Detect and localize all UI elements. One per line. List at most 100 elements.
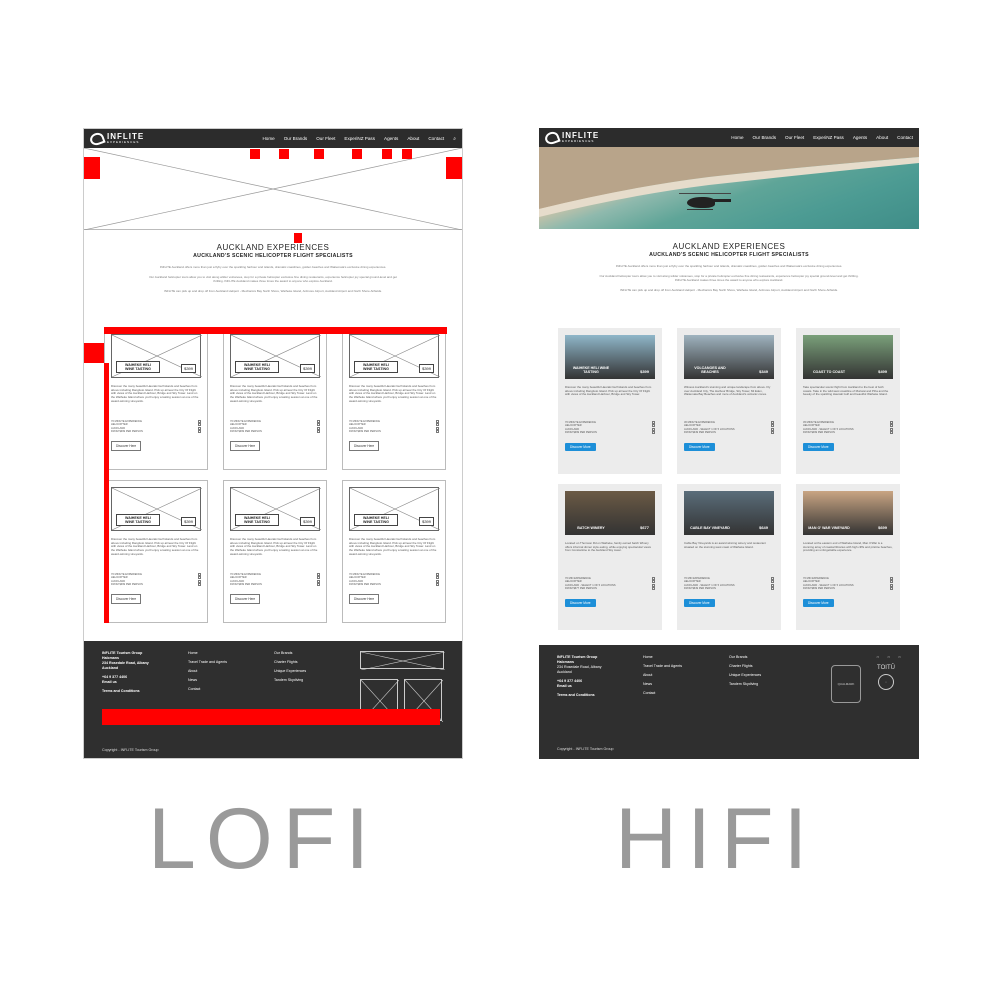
card-title: WAIHEKE HELI WINE TASTING: [116, 360, 160, 373]
experience-card[interactable]: WAIHEKE HELI WINE TASTING $399 Discover th…: [104, 480, 208, 623]
footer-address: 234 Rosedale Road, Albany: [557, 665, 602, 669]
logo[interactable]: INFLITE EXPERIENCES: [88, 130, 144, 147]
discover-button[interactable]: Discover More: [565, 442, 596, 451]
footer-phone[interactable]: +64 9 377 4406: [557, 679, 582, 683]
card-meta-row: FROM $399 PER PERSON: [230, 430, 320, 434]
discover-button[interactable]: Discover Here: [349, 593, 380, 604]
footer-link-brands[interactable]: Our Brands: [729, 655, 815, 660]
footer-link-brands[interactable]: Our Brands: [274, 651, 360, 656]
nav-home[interactable]: Home: [731, 135, 743, 140]
footer-link-news[interactable]: News: [188, 678, 274, 683]
qualmark-logo: QUALMARK: [831, 665, 861, 703]
discover-button[interactable]: Discover More: [803, 598, 834, 607]
navbar: INFLITE EXPERIENCES Home Our Brands Our F…: [539, 128, 919, 147]
meta-icon: [890, 587, 893, 591]
discover-button[interactable]: Discover More: [565, 598, 596, 607]
meta-icon: [652, 587, 655, 591]
experience-card[interactable]: WAIHEKE HELI WINE TASTING $399 Discover th…: [104, 327, 208, 470]
footer-email-link[interactable]: Email us: [102, 680, 117, 684]
search-icon[interactable]: ⌕: [453, 136, 456, 142]
card-price: $677: [640, 525, 649, 530]
footer-link-contact[interactable]: Contact: [188, 687, 274, 692]
experience-card[interactable]: BATCH WINERY $677 Located on Thomson Rd on…: [558, 484, 662, 630]
nav-agents[interactable]: Agents: [384, 136, 398, 141]
card-meta: 70 MINUTE EXPERIENCE HELICOPTER AUCKLAND FR…: [349, 420, 439, 434]
nav-our-fleet[interactable]: Our Fleet: [316, 136, 335, 141]
footer-link-news[interactable]: News: [643, 682, 729, 687]
meta-icon: [317, 583, 320, 587]
nav-agents[interactable]: Agents: [853, 135, 867, 140]
card-meta-row: FROM $677 PER PERSON: [565, 587, 655, 591]
discover-button[interactable]: Discover Here: [349, 440, 380, 451]
footer-link-trade[interactable]: Travel Trade and Agents: [188, 660, 274, 665]
experience-card[interactable]: WAIHEKE HELI WINE TASTING $399 Discover th…: [223, 480, 327, 623]
nav-our-brands[interactable]: Our Brands: [753, 135, 777, 140]
experience-card[interactable]: MAN O' WAR VINEYARD $699 Located at the ea…: [796, 484, 900, 630]
nav-our-fleet[interactable]: Our Fleet: [785, 135, 804, 140]
spacing-marker: [84, 343, 104, 363]
discover-button[interactable]: Discover Here: [111, 440, 142, 451]
experience-card[interactable]: COAST TO COAST $499 Take spectacular sceni…: [796, 328, 900, 474]
experience-photo: COAST TO COAST $499: [803, 335, 893, 379]
discover-button[interactable]: Discover More: [684, 442, 715, 451]
intro-paragraph: Our Auckland helicopter tours allow you …: [149, 275, 397, 283]
discover-button[interactable]: Discover More: [684, 598, 715, 607]
card-title: BATCH WINERY: [577, 525, 605, 530]
experience-card[interactable]: VOLCANOES AND BEACHES $349 Witness Aucklan…: [677, 328, 781, 474]
nav-about[interactable]: About: [876, 135, 888, 140]
footer-link-skydiving[interactable]: Tandem Skydiving: [729, 682, 815, 687]
card-meta: 70 MIN EXPERIENCE HELICOPTER AUCKLAND - SE…: [684, 577, 774, 591]
meta-icon: [652, 431, 655, 435]
discover-button[interactable]: Discover Here: [230, 440, 261, 451]
image-placeholder: WAIHEKE HELI WINE TASTING $399: [111, 334, 202, 378]
discover-button[interactable]: Discover More: [803, 442, 834, 451]
partner-logo-icon: ▭: [887, 655, 891, 659]
card-price: $399: [181, 517, 196, 526]
nav-contact[interactable]: Contact: [897, 135, 913, 140]
footer-link-charter[interactable]: Charter Flights: [729, 664, 815, 669]
card-meta-row: FROM $399 PER PERSON: [349, 430, 439, 434]
card-meta: 70 MINUTE EXPERIENCE HELICOPTER AUCKLAND FR…: [230, 573, 320, 587]
logo[interactable]: INFLITE EXPERIENCES: [543, 129, 599, 146]
partner-logo-icon: ▭: [898, 655, 901, 659]
experience-card[interactable]: CABLE BAY VINEYARD $649 Cable Bay Vineyard…: [677, 484, 781, 630]
footer-contact: INFLITE Tourism Group Halcmans 234 Rosedal…: [102, 651, 188, 750]
experience-card[interactable]: WAIHEKE HELI WINE TASTING $399 Discover th…: [342, 480, 446, 623]
footer-link-about[interactable]: About: [643, 673, 729, 678]
footer-phone[interactable]: +64 9 377 4406: [102, 675, 127, 679]
experience-card[interactable]: WAIHEKE HELI WINE TASTING $399 Discover th…: [223, 327, 327, 470]
discover-button[interactable]: Discover Here: [230, 593, 261, 604]
footer-terms-link[interactable]: Terms and Conditions: [102, 689, 140, 693]
card-meta-text: FROM $349 PER PERSON: [684, 431, 716, 435]
nav-home[interactable]: Home: [262, 136, 274, 141]
nav-contact[interactable]: Contact: [428, 136, 444, 141]
meta-icon: [771, 587, 774, 591]
card-price: $649: [759, 525, 768, 530]
card-meta: 70 MINUTE EXPERIENCE HELICOPTER AUCKLAND FR…: [349, 573, 439, 587]
image-placeholder: WAIHEKE HELI WINE TASTING $399: [230, 487, 321, 531]
meta-icon: [317, 430, 320, 434]
footer-link-about[interactable]: About: [188, 669, 274, 674]
spacing-marker: [84, 157, 100, 179]
footer-link-home[interactable]: Home: [643, 655, 729, 660]
footer-email-link[interactable]: Email us: [557, 684, 572, 688]
card-meta-row: FROM $399 PER PERSON: [349, 583, 439, 587]
hifi-label: HIFI: [615, 791, 818, 887]
footer-link-home[interactable]: Home: [188, 651, 274, 656]
footer-link-trade[interactable]: Travel Trade and Agents: [643, 664, 729, 669]
footer-link-contact[interactable]: Contact: [643, 691, 729, 696]
footer-link-unique[interactable]: Unique Experiences: [274, 669, 360, 674]
footer-link-unique[interactable]: Unique Experiences: [729, 673, 815, 678]
footer-link-charter[interactable]: Charter Flights: [274, 660, 360, 665]
footer-link-skydiving[interactable]: Tandem Skydiving: [274, 678, 360, 683]
nav-experinz-pass[interactable]: ExperiNZ Pass: [813, 135, 844, 140]
intro-section: AUCKLAND EXPERIENCES AUCKLAND'S SCENIC H…: [84, 230, 462, 293]
footer-nav: Home Travel Trade and Agents About News …: [188, 651, 274, 750]
experience-card[interactable]: WAIHEKE HELI WINE TASTING $399 Discover th…: [558, 328, 662, 474]
nav-experinz-pass[interactable]: ExperiNZ Pass: [344, 136, 375, 141]
footer-terms-link[interactable]: Terms and Conditions: [557, 693, 595, 697]
discover-button[interactable]: Discover Here: [111, 593, 142, 604]
nav-about[interactable]: About: [407, 136, 419, 141]
experience-card[interactable]: WAIHEKE HELI WINE TASTING $399 Discover th…: [342, 327, 446, 470]
nav-our-brands[interactable]: Our Brands: [284, 136, 308, 141]
